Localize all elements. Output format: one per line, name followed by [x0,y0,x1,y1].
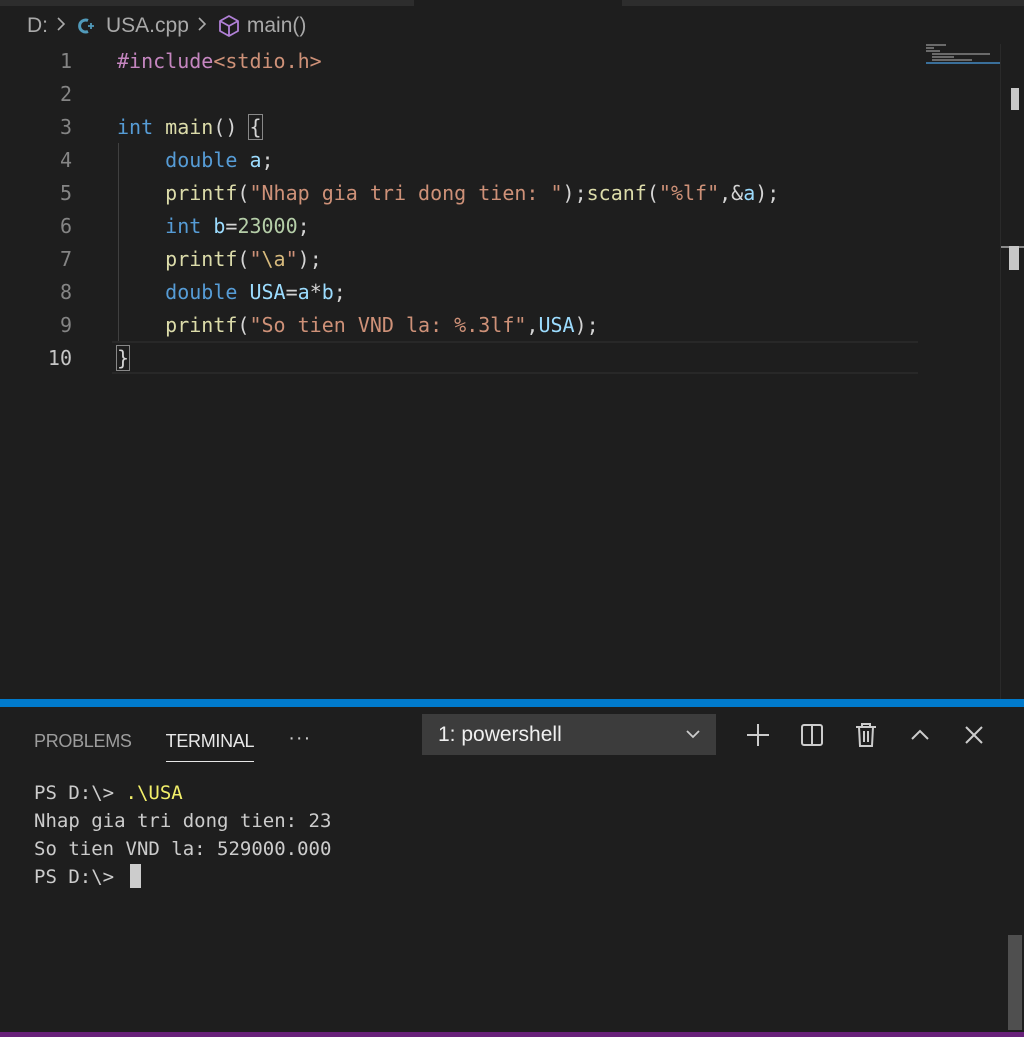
close-icon [965,726,983,744]
code-line[interactable]: 9 printf("So tien VND la: %.3lf",USA); [0,308,920,341]
terminal-select-value: 1: powershell [438,722,562,746]
minimap[interactable] [926,44,1000,68]
split-icon [801,724,823,746]
kill-terminal-button[interactable] [848,717,884,753]
terminal-output[interactable]: PS D:\> .\USA Nhap gia tri dong tien: 23 S… [34,779,331,891]
editor-scrollbar[interactable] [1000,44,1024,699]
code-line[interactable]: 7 printf("\a"); [0,242,920,275]
maximize-panel-button[interactable] [902,717,938,753]
code-text: int b=23000; [165,213,310,238]
code-text: printf("So tien VND la: %.3lf",USA); [165,312,599,337]
code-line[interactable]: 5 printf("Nhap gia tri dong tien: ");sca… [0,176,920,209]
line-number: 8 [59,279,72,304]
scrollbar-thumb[interactable] [1011,88,1019,110]
line-number: 5 [59,180,72,205]
code-text: #include<stdio.h> [117,48,322,73]
cpp-file-icon [76,16,98,36]
code-text: double a; [165,147,274,172]
terminal-scrollbar-thumb[interactable] [1008,935,1022,1030]
terminal-line: Nhap gia tri dong tien: 23 [34,810,332,832]
line-number: 3 [59,114,72,139]
breadcrumb: D: USA.cpp main() [0,8,1024,44]
line-number: 6 [59,213,72,238]
terminal-select[interactable]: 1: powershell [422,714,716,755]
terminal-line: PS D:\> [34,863,331,891]
tab-bar-segment [622,0,1024,6]
panel-tabs: PROBLEMS TERMINAL ··· [34,721,311,762]
code-line[interactable]: 10 } [0,341,920,374]
line-number: 10 [47,345,72,370]
split-terminal-button[interactable] [794,717,830,753]
code-line[interactable]: 6 int b=23000; [0,209,920,242]
code-editor[interactable]: 1 #include<stdio.h> 2 3 int main() { 4 d… [0,44,1000,699]
code-text: double USA=a*b; [165,279,346,304]
line-number: 1 [59,48,72,73]
line-number: 2 [59,81,72,106]
top-strip [0,0,1024,6]
tab-bar-segment [0,0,414,6]
more-actions-icon[interactable]: ··· [288,727,311,750]
code-text: int main() { [117,113,263,140]
scrollbar-thumb[interactable] [1009,246,1019,270]
line-number: 9 [59,312,72,337]
breadcrumb-file[interactable]: USA.cpp [106,14,189,38]
code-line[interactable]: 2 [0,77,920,110]
panel-actions [740,717,1010,753]
tab-terminal[interactable]: TERMINAL [165,721,255,762]
panel-top-border [0,699,1024,707]
code-line[interactable]: 8 double USA=a*b; [0,275,920,308]
chevron-right-icon [197,15,207,38]
close-panel-button[interactable] [956,717,992,753]
status-bar [0,1032,1024,1037]
chevron-up-icon [911,729,929,740]
code-text: printf("Nhap gia tri dong tien: ");scanf… [165,180,780,205]
plus-icon [747,724,769,746]
tab-problems[interactable]: PROBLEMS [34,721,132,761]
code-text: } [115,344,131,371]
chevron-right-icon [56,15,66,38]
trash-icon [856,723,876,747]
terminal-line: PS D:\> .\USA [34,782,183,804]
code-line[interactable]: 3 int main() { [0,110,920,143]
line-number: 4 [59,147,72,172]
breadcrumb-symbol[interactable]: main() [247,14,307,38]
line-number: 7 [59,246,72,271]
code-text: printf("\a"); [165,246,322,271]
code-line[interactable]: 4 double a; [0,143,920,176]
terminal-cursor [129,864,141,888]
terminal-line: So tien VND la: 529000.000 [34,838,332,860]
bottom-panel: PROBLEMS TERMINAL ··· 1: powershell PS D… [0,707,1024,1032]
chevron-down-icon [684,725,702,749]
new-terminal-button[interactable] [740,717,776,753]
code-line[interactable]: 1 #include<stdio.h> [0,44,920,77]
breadcrumb-drive[interactable]: D: [27,14,48,38]
cube-icon [217,14,241,38]
